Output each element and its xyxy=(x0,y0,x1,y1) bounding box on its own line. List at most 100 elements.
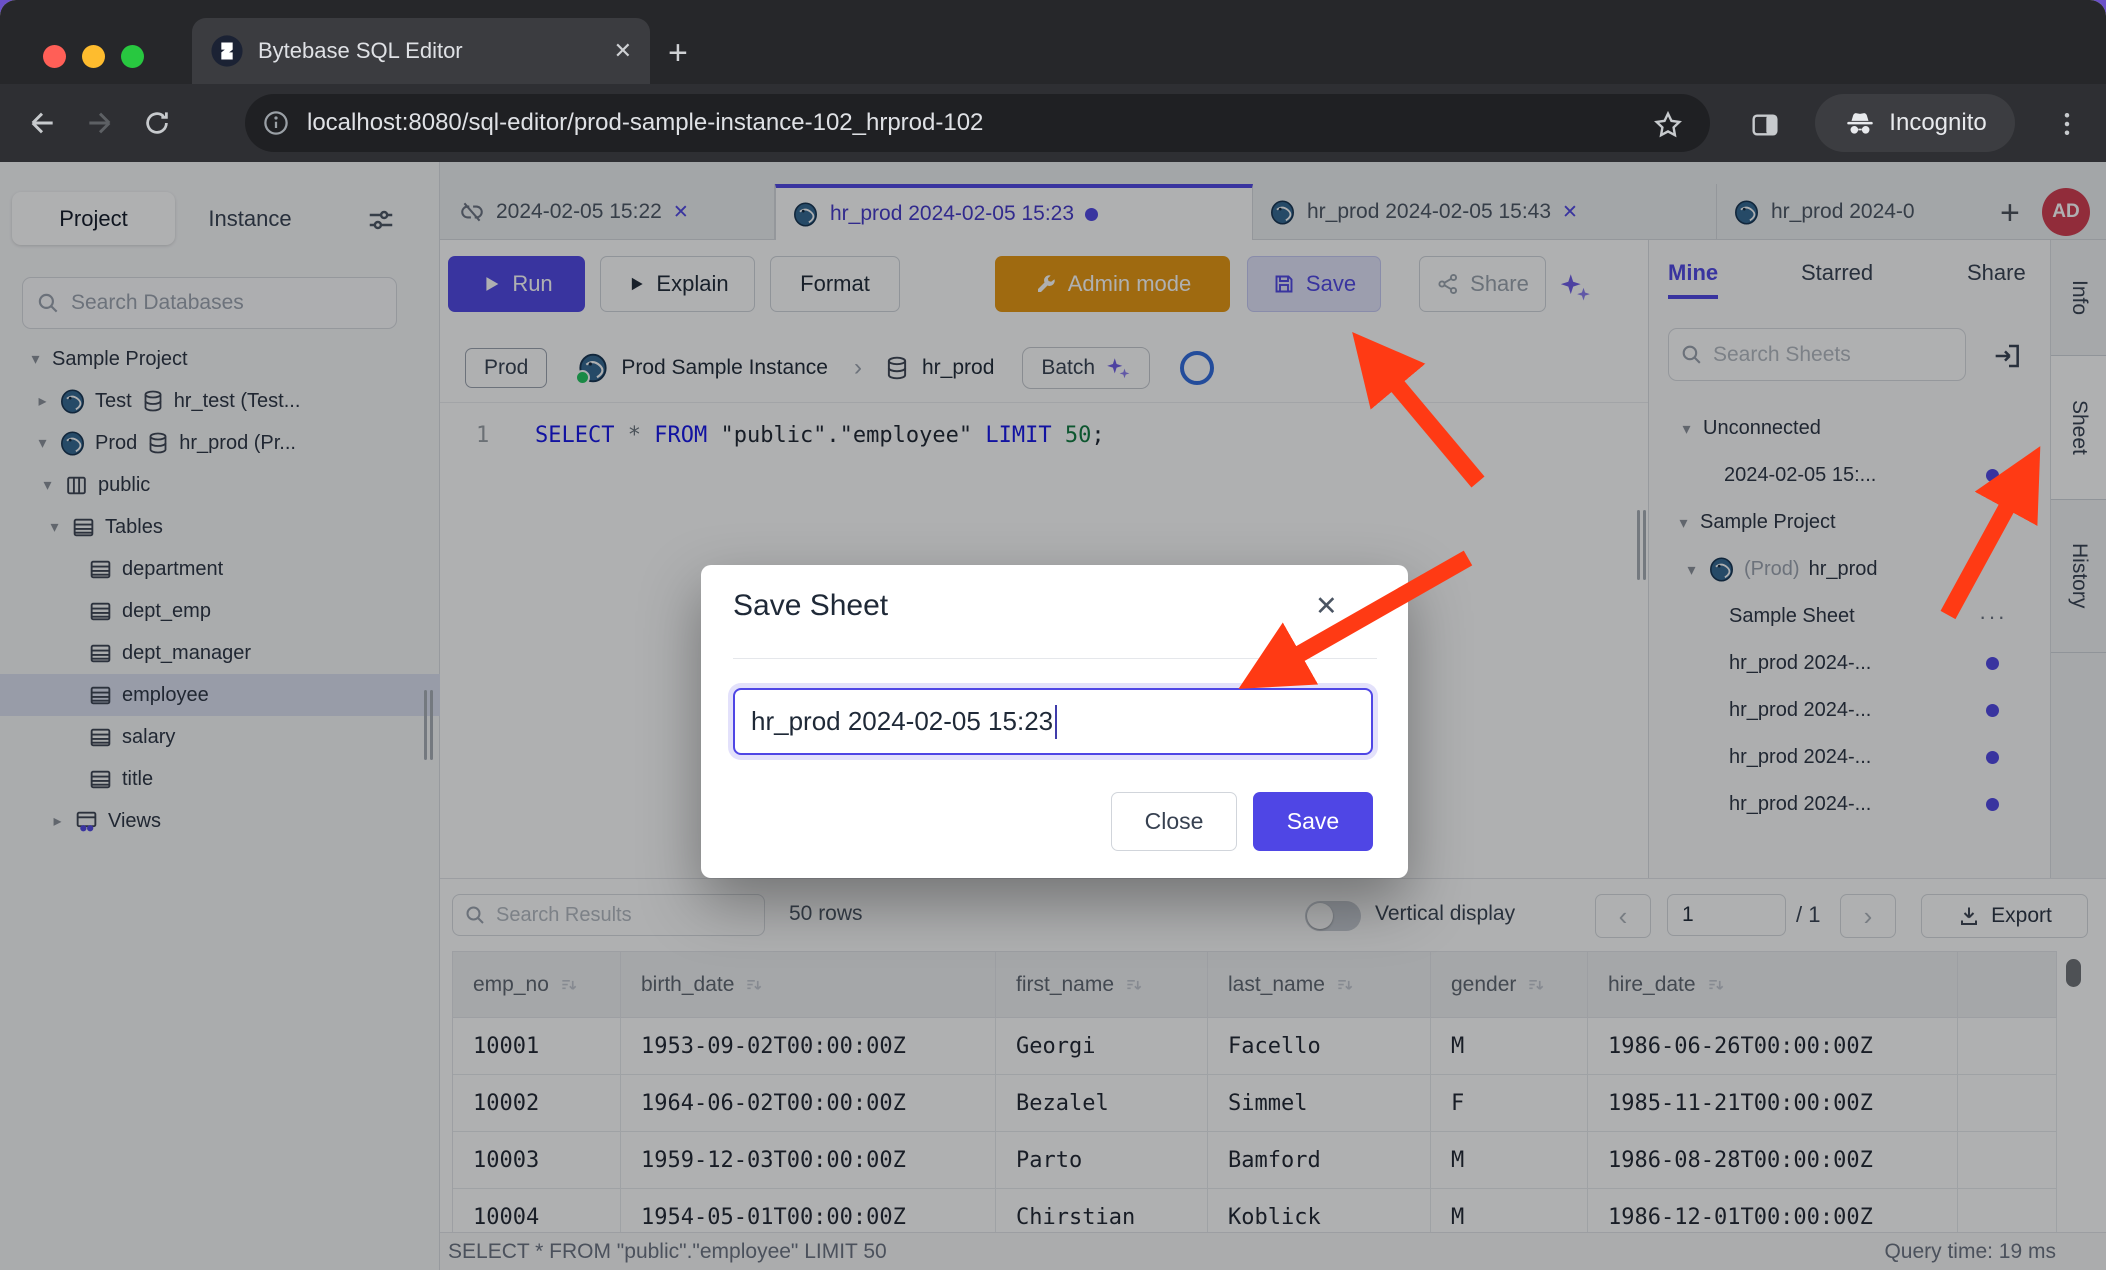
sidebar-resize-handle[interactable] xyxy=(424,690,427,760)
batch-button[interactable]: Batch xyxy=(1022,347,1150,389)
tree-node-table-selected[interactable]: employee xyxy=(0,674,440,716)
new-tab-button[interactable]: + xyxy=(668,34,688,73)
table-cell[interactable]: 1986-06-26T00:00:00Z xyxy=(1588,1018,1958,1075)
database-search[interactable] xyxy=(22,277,397,329)
environment-chip[interactable]: Prod xyxy=(465,348,547,388)
site-info-icon[interactable] xyxy=(261,108,291,138)
share-button[interactable]: Share xyxy=(1419,256,1546,312)
tab-share[interactable]: Share xyxy=(1967,260,2026,286)
tree-node-schema[interactable]: ▾public xyxy=(0,464,440,506)
tree-node-table[interactable]: title xyxy=(0,758,440,800)
save-button[interactable]: Save xyxy=(1247,256,1381,312)
table-cell[interactable]: 1986-08-28T00:00:00Z xyxy=(1588,1132,1958,1189)
table-cell[interactable]: 1986-12-01T00:00:00Z xyxy=(1588,1189,1958,1232)
table-cell[interactable]: Bamford xyxy=(1208,1132,1431,1189)
explain-button[interactable]: Explain xyxy=(600,256,755,312)
editor-tab-1[interactable]: 2024-02-05 15:22 ✕ xyxy=(443,184,775,240)
back-icon[interactable] xyxy=(26,107,58,139)
run-button[interactable]: Run xyxy=(448,256,585,312)
bookmark-star-icon[interactable] xyxy=(1652,109,1684,141)
table-cell[interactable]: 1953-09-02T00:00:00Z xyxy=(621,1018,996,1075)
tab-starred[interactable]: Starred xyxy=(1801,260,1873,286)
table-cell[interactable]: Simmel xyxy=(1208,1075,1431,1132)
table-cell[interactable]: Koblick xyxy=(1208,1189,1431,1232)
tree-node-table[interactable]: salary xyxy=(0,716,440,758)
item-menu-icon[interactable]: ··· xyxy=(1979,604,2007,630)
tree-node-table[interactable]: dept_manager xyxy=(0,632,440,674)
column-header[interactable]: emp_no xyxy=(453,952,621,1018)
dialog-close-icon[interactable]: ✕ xyxy=(1315,591,1338,622)
tree-node-prod-db[interactable]: ▾Prodhr_prod (Pr... xyxy=(0,422,440,464)
panel-resize-handle[interactable] xyxy=(1643,510,1646,580)
table-cell[interactable]: M xyxy=(1431,1018,1588,1075)
window-zoom-button[interactable] xyxy=(121,45,144,68)
column-header[interactable]: birth_date xyxy=(621,952,996,1018)
sheet-search[interactable] xyxy=(1668,328,1966,381)
results-search[interactable] xyxy=(452,894,765,936)
panel-resize-handle[interactable] xyxy=(1637,510,1640,580)
vertical-display-toggle[interactable] xyxy=(1305,901,1361,931)
tree-node-tables[interactable]: ▾Tables xyxy=(0,506,440,548)
column-header[interactable]: hire_date xyxy=(1588,952,1958,1018)
sort-icon[interactable] xyxy=(1124,975,1144,995)
table-scrollbar[interactable] xyxy=(2066,959,2081,987)
database-search-input[interactable] xyxy=(69,290,373,316)
table-cell[interactable]: 10001 xyxy=(453,1018,621,1075)
filter-sliders-icon[interactable] xyxy=(366,205,396,235)
table-cell[interactable]: 1964-06-02T00:00:00Z xyxy=(621,1075,996,1132)
browser-tab[interactable]: Bytebase SQL Editor ✕ xyxy=(192,18,650,84)
tree-node-table[interactable]: department xyxy=(0,548,440,590)
column-header[interactable]: last_name xyxy=(1208,952,1431,1018)
editor-tab-2-active[interactable]: hr_prod 2024-02-05 15:23 xyxy=(775,184,1253,240)
dialog-save-button[interactable]: Save xyxy=(1253,792,1373,851)
tree-node-project[interactable]: ▾Sample Project xyxy=(0,338,440,380)
table-cell[interactable]: 10004 xyxy=(453,1189,621,1232)
table-cell[interactable]: 1959-12-03T00:00:00Z xyxy=(621,1132,996,1189)
sheet-group-project[interactable]: ▾Sample Project xyxy=(1649,499,2051,546)
browser-menu-icon[interactable] xyxy=(2052,109,2082,139)
column-header[interactable]: first_name xyxy=(996,952,1208,1018)
table-cell[interactable]: Chirstian xyxy=(996,1189,1208,1232)
rail-tab-info[interactable]: Info xyxy=(2051,240,2106,355)
close-icon[interactable]: ✕ xyxy=(673,201,689,224)
sort-icon[interactable] xyxy=(1335,975,1355,995)
results-search-input[interactable] xyxy=(494,903,738,928)
rail-tab-history[interactable]: History xyxy=(2051,500,2106,653)
window-close-button[interactable] xyxy=(43,45,66,68)
close-icon[interactable]: ✕ xyxy=(1562,201,1578,224)
editor-tab-4[interactable]: hr_prod 2024-0 xyxy=(1717,184,1993,240)
table-cell[interactable]: 1954-05-01T00:00:00Z xyxy=(621,1189,996,1232)
table-cell[interactable]: F xyxy=(1431,1075,1588,1132)
sheet-item[interactable]: hr_prod 2024-... xyxy=(1649,687,2051,734)
sort-icon[interactable] xyxy=(744,975,764,995)
sort-icon[interactable] xyxy=(1526,975,1546,995)
sheet-search-input[interactable] xyxy=(1711,342,1945,368)
instance-name[interactable]: Prod Sample Instance xyxy=(621,356,828,380)
next-page-button[interactable]: › xyxy=(1840,894,1896,938)
ai-sparkles-icon[interactable] xyxy=(1558,270,1592,304)
column-header[interactable]: gender xyxy=(1431,952,1588,1018)
table-cell[interactable]: 1985-11-21T00:00:00Z xyxy=(1588,1075,1958,1132)
table-cell[interactable]: Bezalel xyxy=(996,1075,1208,1132)
prev-page-button[interactable]: ‹ xyxy=(1595,894,1651,938)
table-cell[interactable]: Facello xyxy=(1208,1018,1431,1075)
tab-close-icon[interactable]: ✕ xyxy=(614,38,632,64)
tab-mine[interactable]: Mine xyxy=(1668,260,1718,299)
sheet-group-unconnected[interactable]: ▾Unconnected xyxy=(1649,405,2051,452)
page-number-input[interactable] xyxy=(1667,894,1786,936)
rail-tab-sheet[interactable]: Sheet xyxy=(2051,355,2106,500)
editor-tab-3[interactable]: hr_prod 2024-02-05 15:43 ✕ xyxy=(1253,184,1717,240)
tree-node-table[interactable]: dept_emp xyxy=(0,590,440,632)
tree-node-views[interactable]: ▸Views xyxy=(0,800,440,842)
dialog-close-button[interactable]: Close xyxy=(1111,792,1237,851)
tab-instance[interactable]: Instance xyxy=(185,192,315,245)
export-button[interactable]: Export xyxy=(1921,894,2088,938)
sheet-item[interactable]: 2024-02-05 15:... xyxy=(1649,452,2051,499)
table-cell[interactable]: 10003 xyxy=(453,1132,621,1189)
sheet-item[interactable]: hr_prod 2024-... xyxy=(1649,640,2051,687)
sheet-item[interactable]: hr_prod 2024-... xyxy=(1649,781,2051,828)
sheet-item[interactable]: Sample Sheet··· xyxy=(1649,593,2051,640)
window-minimize-button[interactable] xyxy=(82,45,105,68)
forward-icon[interactable] xyxy=(84,107,116,139)
sheet-group-database[interactable]: ▾(Prod)hr_prod xyxy=(1649,546,2051,593)
